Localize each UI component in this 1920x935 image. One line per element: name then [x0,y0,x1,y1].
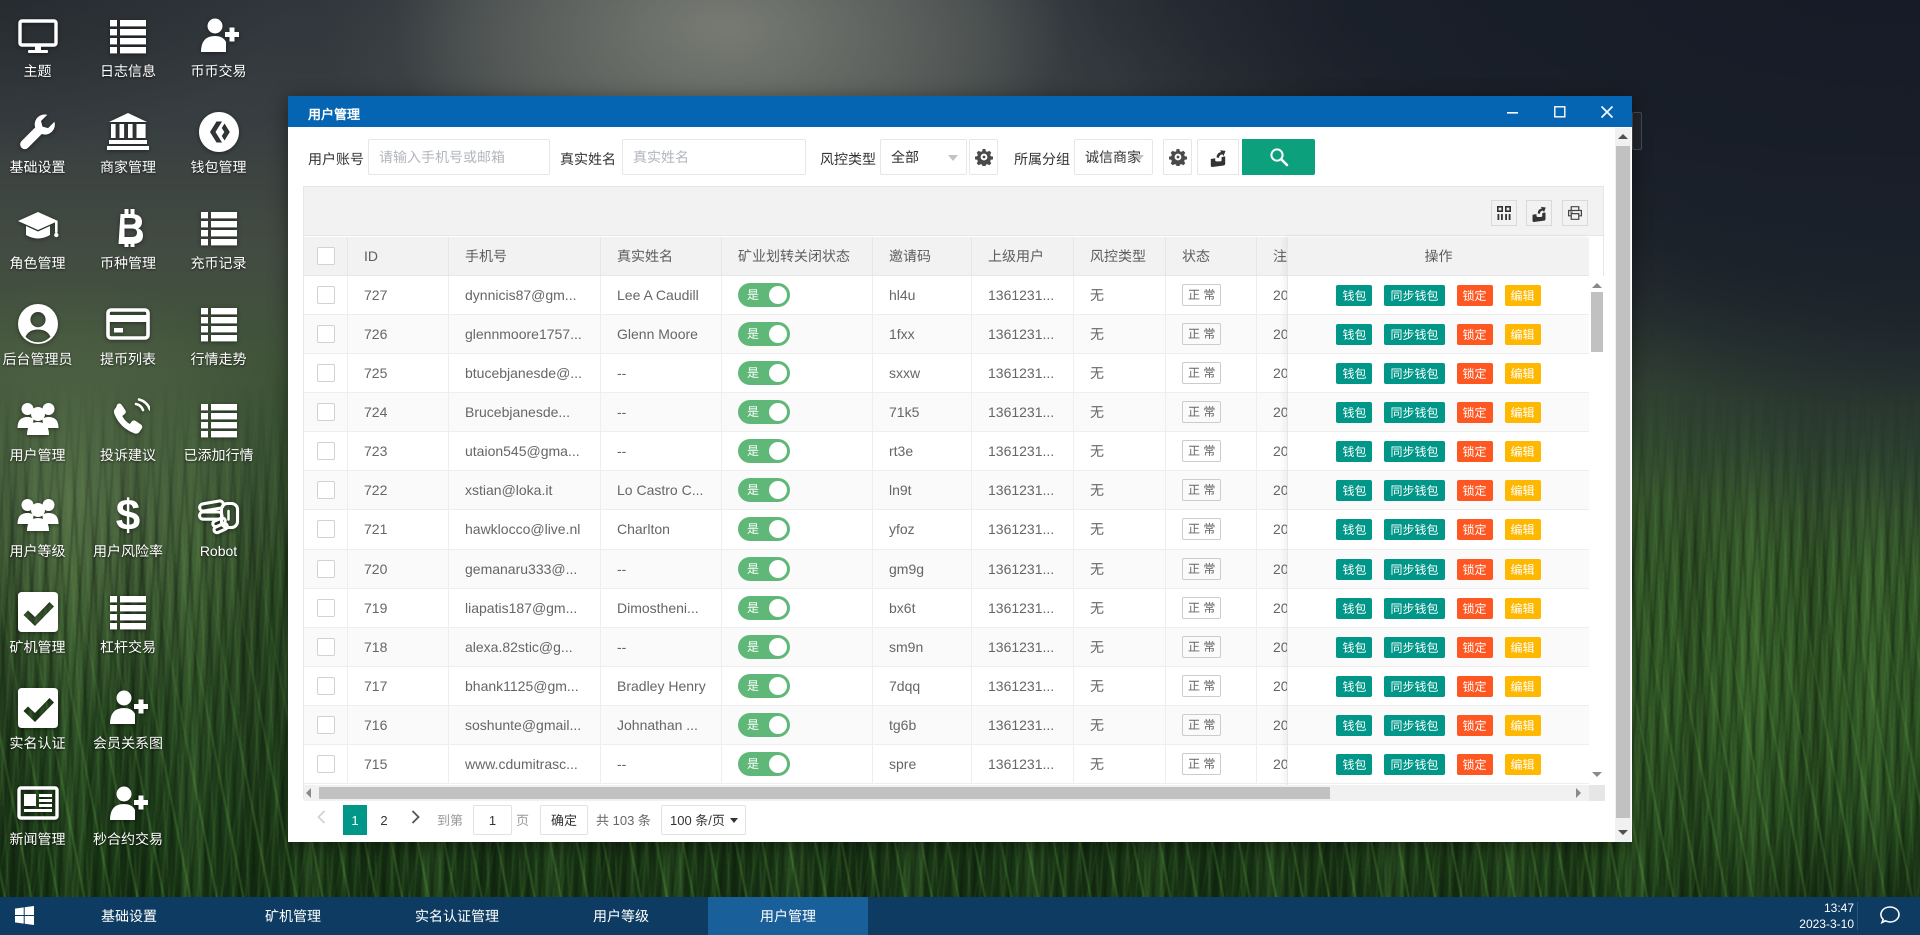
svg-text:$: $ [116,494,140,538]
